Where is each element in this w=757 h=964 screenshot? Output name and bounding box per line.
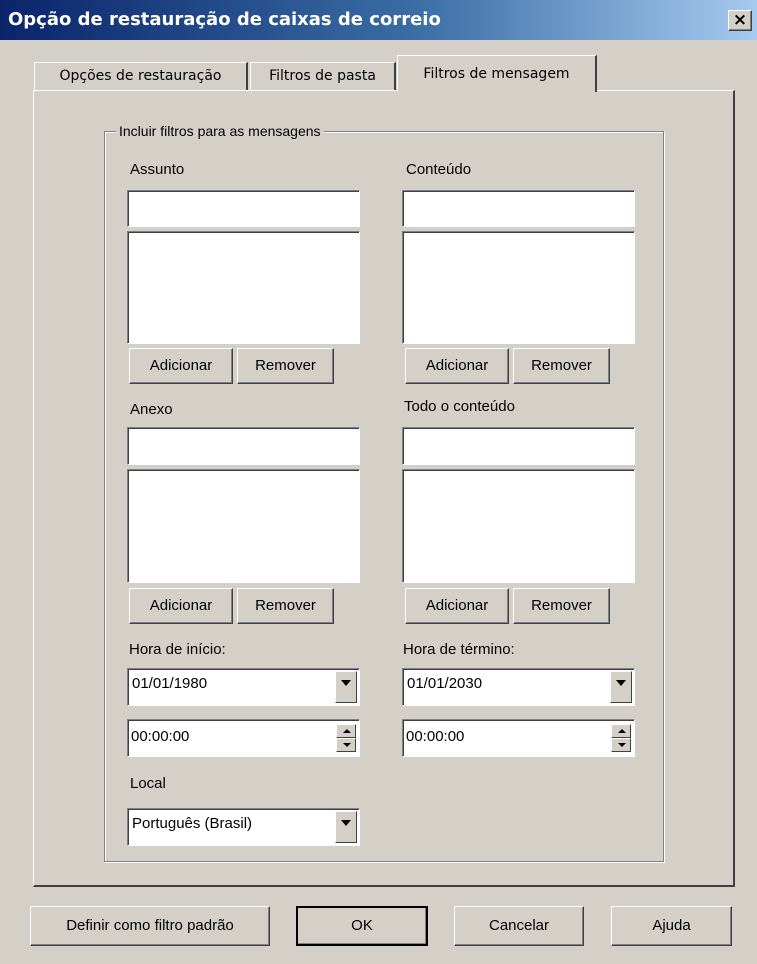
start-date-dropdown-button[interactable] — [335, 671, 357, 703]
title-bar[interactable]: Opção de restauração de caixas de correi… — [0, 0, 757, 40]
all-content-add-button[interactable]: Adicionar — [405, 588, 509, 624]
locale-dropdown-button[interactable] — [335, 811, 357, 843]
attachment-list[interactable] — [127, 469, 360, 583]
subject-remove-button[interactable]: Remover — [237, 348, 334, 384]
arrow-up-icon — [343, 729, 351, 733]
subject-label: Assunto — [130, 161, 185, 178]
subject-add-button[interactable]: Adicionar — [129, 348, 233, 384]
start-date-value: 01/01/1980 — [132, 675, 208, 692]
chevron-down-icon — [341, 820, 351, 826]
end-date-dropdown-button[interactable] — [610, 671, 632, 703]
arrow-down-icon — [343, 743, 351, 747]
tab-restore-options[interactable]: Opções de restauração — [34, 62, 248, 90]
end-time-up-button[interactable] — [611, 724, 631, 738]
content-input[interactable] — [402, 190, 635, 227]
locale-value: Português (Brasil) — [132, 815, 253, 832]
group-legend: Incluir filtros para as mensagens — [116, 123, 324, 139]
start-time-label: Hora de início: — [129, 641, 226, 658]
arrow-down-icon — [618, 743, 626, 747]
chevron-down-icon — [616, 680, 626, 686]
tab-message-filters[interactable]: Filtros de mensagem — [397, 55, 597, 92]
content-list[interactable] — [402, 231, 635, 344]
start-time-stepper[interactable]: 00:00:00 — [127, 719, 360, 757]
end-time-spin — [611, 724, 631, 752]
close-icon: × — [732, 10, 748, 30]
all-content-label: Todo o conteúdo — [404, 398, 515, 415]
cancel-button[interactable]: Cancelar — [454, 906, 584, 946]
start-time-value: 00:00:00 — [131, 728, 190, 745]
content-label: Conteúdo — [406, 161, 472, 178]
end-time-label: Hora de término: — [403, 641, 515, 658]
chevron-down-icon — [341, 680, 351, 686]
end-time-down-button[interactable] — [611, 738, 631, 752]
tab-folder-filters[interactable]: Filtros de pasta — [250, 62, 396, 90]
all-content-remove-button[interactable]: Remover — [513, 588, 610, 624]
locale-label: Local — [130, 775, 166, 792]
set-default-filter-button[interactable]: Definir como filtro padrão — [30, 906, 270, 946]
all-content-input[interactable] — [402, 427, 635, 465]
end-time-stepper[interactable]: 00:00:00 — [402, 719, 635, 757]
close-button[interactable]: × — [728, 10, 752, 31]
content-add-button[interactable]: Adicionar — [405, 348, 509, 384]
all-content-list[interactable] — [402, 469, 635, 583]
attachment-label: Anexo — [130, 401, 173, 418]
start-time-spin — [336, 724, 356, 752]
attachment-remove-button[interactable]: Remover — [237, 588, 334, 624]
start-time-up-button[interactable] — [336, 724, 356, 738]
content-remove-button[interactable]: Remover — [513, 348, 610, 384]
arrow-up-icon — [618, 729, 626, 733]
attachment-input[interactable] — [127, 427, 360, 465]
window-title: Opção de restauração de caixas de correi… — [8, 9, 441, 30]
locale-dropdown[interactable]: Português (Brasil) — [127, 808, 360, 846]
end-date-value: 01/01/2030 — [407, 675, 483, 692]
help-button[interactable]: Ajuda — [611, 906, 732, 946]
subject-input[interactable] — [127, 190, 360, 227]
start-time-down-button[interactable] — [336, 738, 356, 752]
start-date-dropdown[interactable]: 01/01/1980 — [127, 668, 360, 706]
subject-list[interactable] — [127, 231, 360, 344]
end-date-dropdown[interactable]: 01/01/2030 — [402, 668, 635, 706]
attachment-add-button[interactable]: Adicionar — [129, 588, 233, 624]
end-time-value: 00:00:00 — [406, 728, 465, 745]
ok-button[interactable]: OK — [296, 906, 428, 946]
